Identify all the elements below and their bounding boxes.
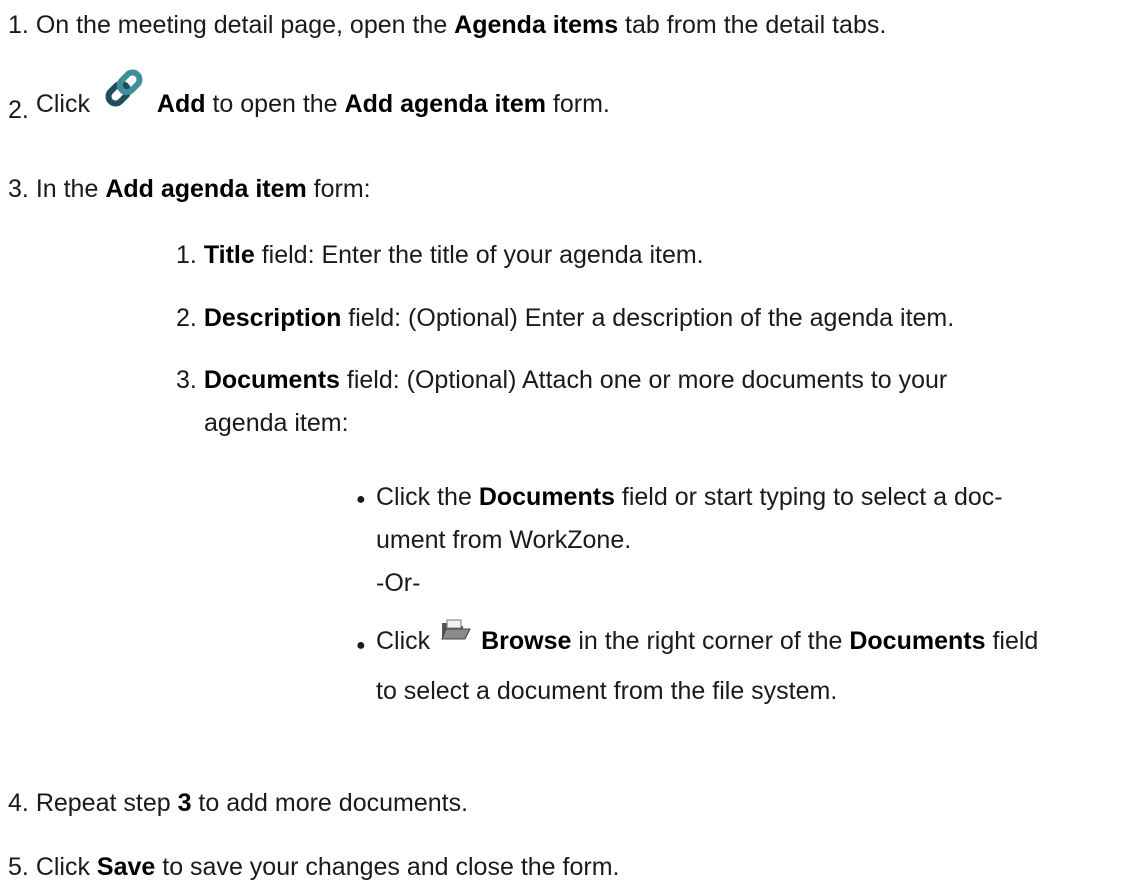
- folder-open-icon: [441, 616, 471, 650]
- step-text: Click: [35, 853, 97, 881]
- bullet-text: field: [985, 627, 1039, 655]
- substep-text: field: (Optional) Attach one or more doc…: [339, 366, 948, 394]
- step-4: 4. Repeat step 3 to add more documents.: [8, 788, 468, 818]
- add-agenda-item-label: Add agenda item: [344, 90, 546, 118]
- bullet-marker: ●: [356, 637, 366, 654]
- step-text: tab from the detail tabs.: [618, 11, 887, 39]
- link-icon: [103, 68, 145, 120]
- step-number: 4.: [8, 789, 29, 817]
- or-separator: -Or-: [376, 569, 421, 597]
- substep-number: 3.: [176, 366, 197, 394]
- step-1: 1. On the meeting detail page, open the …: [8, 10, 886, 40]
- step-text: to add more documents.: [191, 789, 469, 817]
- substep-documents-continuation: agenda item:: [204, 409, 349, 437]
- bullet-text: field or start typing to select a doc-: [614, 483, 1003, 511]
- substep-documents: 3. Documents field: (Optional) Attach on…: [176, 365, 947, 395]
- documents-field-label: Documents: [478, 483, 615, 511]
- bullet-text: in the right corner of the: [571, 627, 850, 655]
- bullet-continuation: to select a document from the file syste…: [376, 677, 838, 705]
- step-text: form:: [306, 175, 371, 203]
- step-2: 2. Click Add to open the Add agenda item…: [8, 69, 610, 124]
- bullet-marker: ●: [356, 491, 366, 508]
- step-number: 2.: [8, 96, 29, 124]
- title-field-label: Title: [203, 241, 255, 269]
- step-5: 5. Click Save to save your changes and c…: [8, 852, 619, 882]
- agenda-items-tab-label: Agenda items: [454, 11, 619, 39]
- step-text: Repeat step: [35, 789, 178, 817]
- description-field-label: Description: [203, 304, 342, 332]
- step-text: On the meeting detail page, open the: [35, 11, 455, 39]
- bullet-continuation: ument from WorkZone.: [376, 526, 632, 554]
- bullet-text: Click: [376, 627, 438, 655]
- step-reference: 3: [177, 789, 192, 817]
- step-text: Click: [35, 90, 97, 118]
- substep-title: 1. Title field: Enter the title of your …: [176, 240, 704, 270]
- add-label: Add: [156, 90, 206, 118]
- bullet-text: Click the: [376, 483, 479, 511]
- add-agenda-item-label: Add agenda item: [105, 175, 307, 203]
- substep-number: 1.: [176, 241, 197, 269]
- substep-text: field: (Optional) Enter a description of…: [341, 304, 955, 332]
- substep-text: field: Enter the title of your agenda it…: [254, 241, 704, 269]
- step-3: 3. In the Add agenda item form:: [8, 174, 371, 204]
- documents-field-label: Documents: [203, 366, 340, 394]
- substep-number: 2.: [176, 304, 197, 332]
- bullet-documents-field: Click the Documents field or start typin…: [376, 482, 1003, 512]
- documents-field-label: Documents: [849, 627, 986, 655]
- step-text: to open the: [205, 90, 345, 118]
- substep-description: 2. Description field: (Optional) Enter a…: [176, 303, 954, 333]
- bullet-browse: Click Browse in the right corner of the …: [376, 619, 1039, 658]
- step-text: In the: [35, 175, 106, 203]
- step-text: form.: [545, 90, 610, 118]
- browse-label: Browse: [481, 627, 572, 655]
- step-number: 5.: [8, 853, 29, 881]
- step-text: to save your changes and close the form.: [155, 853, 620, 881]
- save-label: Save: [96, 853, 156, 881]
- step-number: 3.: [8, 175, 29, 203]
- step-number: 1.: [8, 11, 29, 39]
